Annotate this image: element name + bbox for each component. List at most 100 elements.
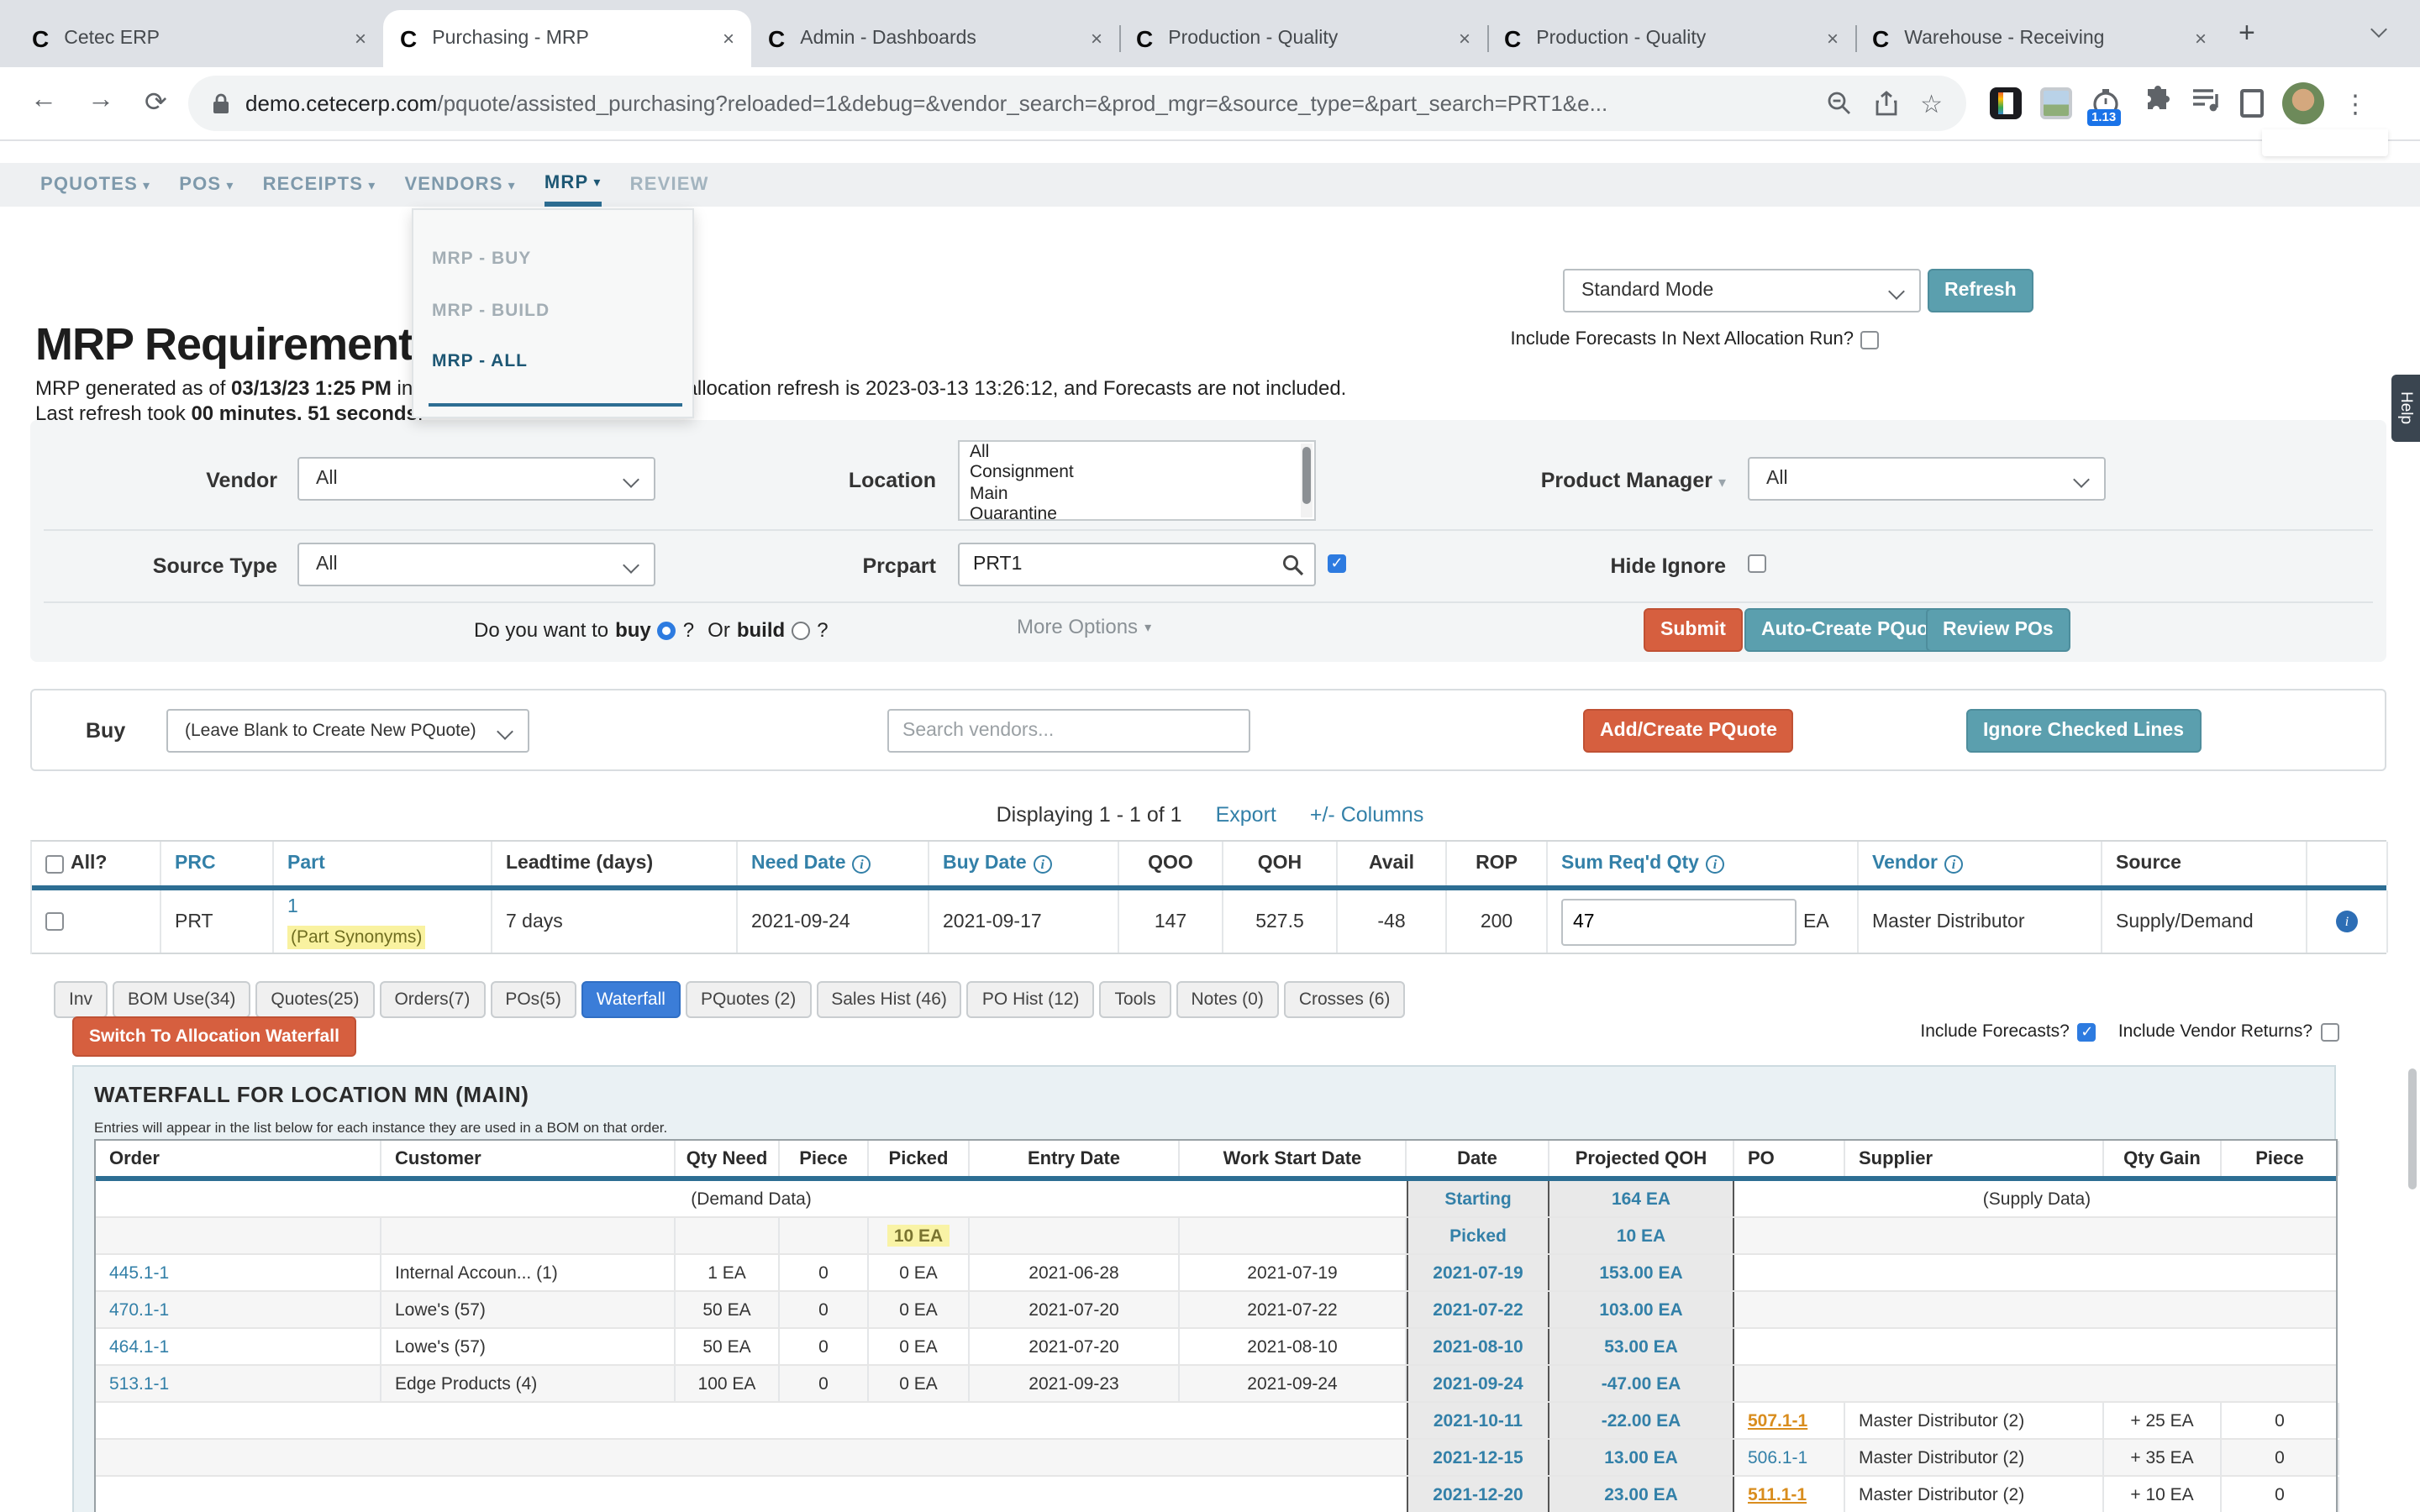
buy-radio[interactable]	[658, 621, 676, 639]
prcpart-input[interactable]	[958, 543, 1316, 586]
tab-pos[interactable]: POs(5)	[490, 981, 576, 1018]
order-link[interactable]: 513.1-1	[96, 1366, 381, 1401]
ignore-checked-lines-button[interactable]: Ignore Checked Lines	[1966, 709, 2201, 753]
include-vendor-returns-checkbox[interactable]	[2321, 1022, 2339, 1041]
col-header-buy-date[interactable]: Buy Datei	[929, 842, 1119, 885]
tab-tools[interactable]: Tools	[1099, 981, 1171, 1018]
order-link[interactable]: 464.1-1	[96, 1329, 381, 1364]
review-pos-button[interactable]: Review POs	[1926, 608, 2070, 652]
date-link[interactable]: 2021-08-10	[1407, 1329, 1549, 1364]
browser-tab-production-quality-2[interactable]: C Production - Quality ×	[1487, 10, 1855, 67]
order-link[interactable]: 445.1-1	[96, 1255, 381, 1290]
tab-notes[interactable]: Notes (0)	[1176, 981, 1278, 1018]
order-link[interactable]: 470.1-1	[96, 1292, 381, 1327]
playlist-icon[interactable]	[2191, 86, 2222, 121]
po-link[interactable]: 506.1-1	[1748, 1447, 1807, 1467]
vendor-search-input[interactable]	[887, 709, 1250, 753]
docs-extension-icon[interactable]	[1990, 87, 2022, 119]
browser-tab-purchasing-mrp[interactable]: C Purchasing - MRP ×	[383, 10, 751, 67]
more-options-toggle[interactable]: More Options▾	[1017, 615, 1151, 638]
menu-item-mrp-all[interactable]: MRP - ALL	[413, 352, 692, 372]
part-synonyms-link[interactable]: (Part Synonyms)	[287, 925, 425, 948]
scrollbar-thumb[interactable]	[2408, 1068, 2417, 1189]
sum-reqd-qty-input[interactable]	[1561, 898, 1797, 945]
nav-item-mrp[interactable]: MRP▾	[544, 163, 602, 207]
timer-extension-icon[interactable]: 1.13	[2091, 87, 2124, 120]
pquote-select[interactable]: (Leave Blank to Create New PQuote)	[166, 709, 529, 753]
back-button[interactable]: ←	[30, 86, 57, 116]
nav-item-pquotes[interactable]: PQUOTES▾	[40, 163, 150, 207]
help-tab[interactable]: Help	[2391, 375, 2420, 442]
nav-item-receipts[interactable]: RECEIPTS▾	[263, 163, 376, 207]
select-all-checkbox[interactable]	[45, 854, 64, 873]
tab-waterfall[interactable]: Waterfall	[581, 981, 681, 1018]
info-icon[interactable]: i	[1706, 854, 1724, 873]
submit-button[interactable]: Submit	[1644, 608, 1743, 652]
avail-link[interactable]: -48	[1338, 890, 1447, 953]
browser-tab-admin-dashboards[interactable]: C Admin - Dashboards ×	[751, 10, 1119, 67]
col-header-vendor[interactable]: Vendori	[1859, 842, 2102, 885]
nav-item-vendors[interactable]: VENDORS▾	[404, 163, 515, 207]
close-icon[interactable]: ×	[1091, 27, 1102, 50]
browser-menu-icon[interactable]: ⋮	[2343, 88, 2368, 118]
browser-tab-production-quality-1[interactable]: C Production - Quality ×	[1119, 10, 1487, 67]
screenshot-extension-icon[interactable]	[2040, 87, 2072, 119]
add-create-pquote-button[interactable]: Add/Create PQuote	[1583, 709, 1794, 753]
location-listbox[interactable]: All Consignment Main Quarantine	[958, 440, 1316, 521]
tab-bom-use[interactable]: BOM Use(34)	[113, 981, 250, 1018]
share-icon[interactable]	[1875, 91, 1897, 116]
forward-button[interactable]: →	[87, 86, 114, 116]
product-manager-select[interactable]: All	[1748, 457, 2106, 501]
col-header-part[interactable]: Part	[274, 842, 492, 885]
extensions-puzzle-icon[interactable]	[2143, 84, 2173, 123]
tab-sales-hist[interactable]: Sales Hist (46)	[816, 981, 962, 1018]
address-bar[interactable]: demo.cetecerp.com/pquote/assisted_purcha…	[188, 76, 1966, 131]
switch-allocation-waterfall-button[interactable]: Switch To Allocation Waterfall	[72, 1016, 356, 1057]
search-icon[interactable]	[1282, 554, 1304, 585]
menu-item-mrp-build[interactable]: MRP - BUILD	[413, 300, 692, 320]
mode-select[interactable]: Standard Mode	[1563, 269, 1921, 312]
starting-link[interactable]: Starting	[1407, 1181, 1549, 1216]
date-link[interactable]: 2021-12-20	[1407, 1477, 1549, 1512]
bookmark-star-icon[interactable]: ☆	[1920, 88, 1943, 118]
location-option[interactable]: Consignment	[960, 463, 1314, 484]
tab-quotes[interactable]: Quotes(25)	[255, 981, 374, 1018]
include-forecasts-next-run-checkbox[interactable]	[1860, 330, 1879, 349]
info-icon[interactable]: i	[853, 854, 871, 873]
date-link[interactable]: 2021-10-11	[1407, 1403, 1549, 1438]
tab-pquotes[interactable]: PQuotes (2)	[686, 981, 811, 1018]
tab-search-chevron-icon[interactable]	[2370, 21, 2387, 38]
vendor-link[interactable]: Master Distributor	[1859, 890, 2102, 953]
hide-ignore-checkbox[interactable]	[1748, 554, 1766, 573]
refresh-button[interactable]: Refresh	[1928, 269, 2033, 312]
listbox-scrollbar[interactable]	[1301, 444, 1313, 517]
info-icon[interactable]: i	[1034, 854, 1052, 873]
date-link[interactable]: 2021-07-22	[1407, 1292, 1549, 1327]
close-icon[interactable]: ×	[1459, 27, 1470, 50]
columns-link[interactable]: +/- Columns	[1310, 803, 1423, 827]
tab-po-hist[interactable]: PO Hist (12)	[967, 981, 1095, 1018]
po-link[interactable]: 507.1-1	[1748, 1410, 1807, 1431]
date-link[interactable]: 2021-07-19	[1407, 1255, 1549, 1290]
location-option[interactable]: Quarantine	[960, 505, 1314, 521]
export-link[interactable]: Export	[1216, 803, 1276, 827]
close-icon[interactable]: ×	[2195, 27, 2207, 50]
prcpart-exact-checkbox[interactable]: ✓	[1328, 554, 1346, 573]
row-checkbox[interactable]	[45, 912, 64, 931]
col-header-need-date[interactable]: Need Datei	[738, 842, 929, 885]
location-option[interactable]: Main	[960, 484, 1314, 505]
close-icon[interactable]: ×	[1827, 27, 1839, 50]
col-header-sum-reqd-qty[interactable]: Sum Req'd Qtyi	[1548, 842, 1859, 885]
info-icon[interactable]: i	[1944, 854, 1963, 873]
build-radio[interactable]	[792, 621, 810, 639]
location-option[interactable]: All	[960, 442, 1314, 463]
col-header-prc[interactable]: PRC	[161, 842, 274, 885]
close-icon[interactable]: ×	[355, 27, 366, 50]
tab-inv[interactable]: Inv	[54, 981, 108, 1018]
tab-crosses[interactable]: Crosses (6)	[1284, 981, 1406, 1018]
part-link[interactable]: 1	[287, 895, 298, 918]
nav-item-review[interactable]: REVIEW	[630, 163, 709, 207]
tab-orders[interactable]: Orders(7)	[379, 981, 485, 1018]
date-link[interactable]: 2021-12-15	[1407, 1440, 1549, 1475]
row-info-icon[interactable]: i	[2336, 911, 2358, 932]
